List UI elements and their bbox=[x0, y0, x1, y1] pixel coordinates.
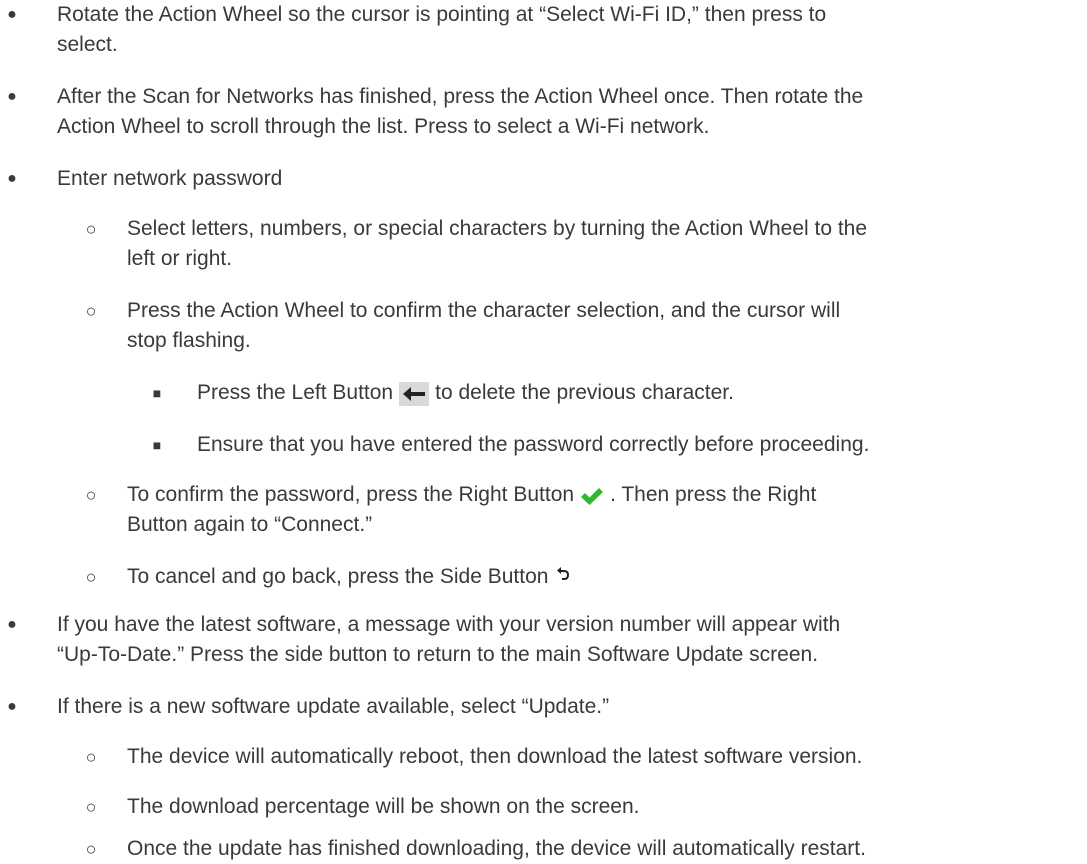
bullet-level2: ○ bbox=[85, 219, 97, 239]
text-line: To cancel and go back, press the Side Bu… bbox=[127, 562, 576, 592]
list-item-text: To confirm the password, press the Right… bbox=[127, 480, 816, 540]
bullet-level2: ○ bbox=[85, 301, 97, 321]
list-item-text: Enter network password bbox=[57, 164, 282, 194]
bullet-level2: ○ bbox=[85, 747, 97, 767]
list-item-text: If you have the latest software, a messa… bbox=[57, 610, 840, 670]
text-line: Enter network password bbox=[57, 167, 283, 190]
bullet-level2: ○ bbox=[85, 567, 97, 587]
list-item-text: If there is a new software update availa… bbox=[57, 692, 609, 722]
bullet-level3: ■ bbox=[152, 385, 162, 401]
bullet-level2: ○ bbox=[85, 797, 97, 817]
bullet-level2: ○ bbox=[85, 839, 97, 859]
text-segment: To confirm the password, press the Right… bbox=[127, 483, 575, 506]
list-item-text: Once the update has finished downloading… bbox=[127, 834, 866, 864]
left-arrow-icon bbox=[399, 378, 430, 408]
bullet-level1: ● bbox=[7, 170, 17, 187]
text-line: Press the Action Wheel to confirm the ch… bbox=[127, 299, 841, 322]
bullet-level1: ● bbox=[7, 698, 17, 715]
text-line: left or right. bbox=[127, 247, 233, 270]
text-line: If you have the latest software, a messa… bbox=[57, 613, 841, 636]
list-item-text: The download percentage will be shown on… bbox=[127, 792, 640, 822]
text-segment: . Then press the Right bbox=[610, 483, 817, 506]
text-line: Ensure that you have entered the passwor… bbox=[197, 433, 870, 456]
text-segment: to delete the previous character. bbox=[435, 381, 734, 404]
text-line: select. bbox=[57, 33, 118, 56]
text-line: To confirm the password, press the Right… bbox=[127, 480, 816, 510]
list-item-text: Press the Left Button to delete the previ… bbox=[197, 378, 734, 408]
text-line: Button again to “Connect.” bbox=[127, 513, 373, 536]
text-line: The download percentage will be shown on… bbox=[127, 795, 640, 818]
text-line: The device will automatically reboot, th… bbox=[127, 745, 863, 768]
list-item-text: Press the Action Wheel to confirm the ch… bbox=[127, 296, 840, 356]
text-line: stop flashing. bbox=[127, 329, 251, 352]
bullet-level1: ● bbox=[7, 616, 17, 633]
text-line: After the Scan for Networks has finished… bbox=[57, 85, 864, 108]
bullet-level3: ■ bbox=[152, 437, 162, 453]
text-line: Rotate the Action Wheel so the cursor is… bbox=[57, 3, 827, 26]
bullet-level1: ● bbox=[7, 88, 17, 105]
bullet-level2: ○ bbox=[85, 485, 97, 505]
text-segment: To cancel and go back, press the Side Bu… bbox=[127, 565, 549, 588]
list-item-text: After the Scan for Networks has finished… bbox=[57, 82, 863, 142]
text-line: “Up-To-Date.” Press the side button to r… bbox=[57, 643, 819, 666]
list-item-text: To cancel and go back, press the Side Bu… bbox=[127, 562, 576, 592]
text-line: If there is a new software update availa… bbox=[57, 695, 610, 718]
text-line: Action Wheel to scroll through the list.… bbox=[57, 115, 710, 138]
text-line: Once the update has finished downloading… bbox=[127, 837, 866, 860]
bullet-level1: ● bbox=[7, 6, 17, 23]
text-line: Select letters, numbers, or special char… bbox=[127, 217, 868, 240]
list-item-text: The device will automatically reboot, th… bbox=[127, 742, 862, 772]
text-segment: Press the Left Button bbox=[197, 381, 394, 404]
text-line: Press the Left Button to delete the previ… bbox=[197, 378, 734, 408]
instructions-document: ● Rotate the Action Wheel so the cursor … bbox=[0, 0, 1087, 863]
back-arrow-icon bbox=[556, 562, 570, 592]
list-item-text: Select letters, numbers, or special char… bbox=[127, 214, 867, 274]
checkmark-icon bbox=[580, 480, 604, 510]
list-item-text: Ensure that you have entered the passwor… bbox=[197, 430, 869, 460]
list-item-text: Rotate the Action Wheel so the cursor is… bbox=[57, 0, 826, 60]
